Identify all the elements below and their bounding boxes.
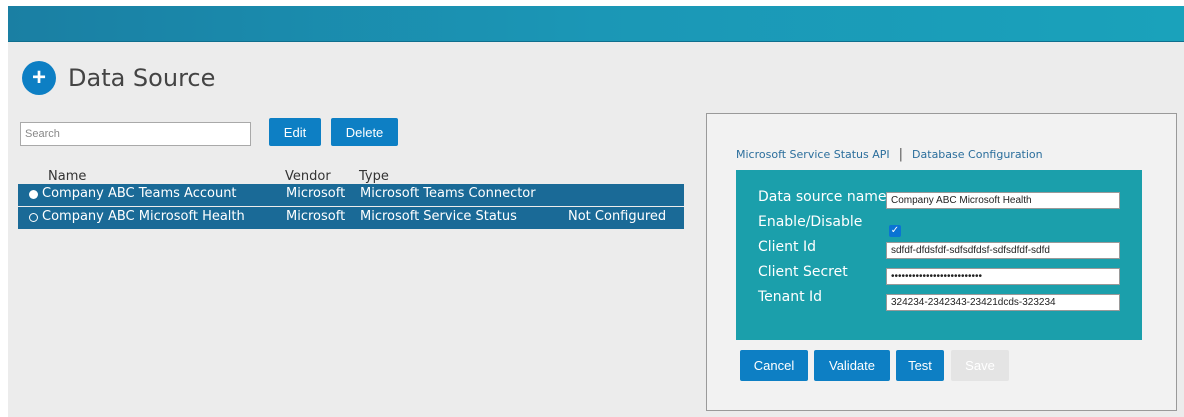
page-title: Data Source xyxy=(68,64,216,92)
column-header-type: Type xyxy=(359,169,389,184)
configuration-panel: Microsoft Service Status API | Database Co… xyxy=(706,113,1177,411)
row-vendor: Microsoft xyxy=(286,209,346,224)
validate-button[interactable]: Validate xyxy=(814,350,890,381)
edit-button[interactable]: Edit xyxy=(269,118,321,146)
client-secret-label: Client Secret xyxy=(758,264,848,280)
enable-checkbox[interactable]: ✓ xyxy=(889,225,901,237)
tab-database-configuration[interactable]: Database Configuration xyxy=(912,148,1043,161)
search-input[interactable] xyxy=(20,122,251,146)
connection-form: Data source name Enable/Disable ✓ Client… xyxy=(736,170,1142,340)
enable-disable-label: Enable/Disable xyxy=(758,214,863,230)
app-canvas: + Data Source Edit Delete Name Vendor Ty… xyxy=(8,6,1184,417)
row-type: Microsoft Service Status xyxy=(360,209,517,224)
table-row[interactable]: Company ABC Microsoft Health Microsoft M… xyxy=(18,207,684,229)
row-type: Microsoft Teams Connector xyxy=(360,186,536,201)
row-radio-selected-icon[interactable] xyxy=(29,190,38,199)
save-button[interactable]: Save xyxy=(951,350,1009,381)
tenant-id-field[interactable] xyxy=(886,294,1120,311)
tab-separator: | xyxy=(898,147,904,162)
title-row: + Data Source xyxy=(22,60,215,96)
config-tabs: Microsoft Service Status API | Database Co… xyxy=(736,147,1043,162)
cancel-button[interactable]: Cancel xyxy=(740,350,808,381)
test-button[interactable]: Test xyxy=(896,350,944,381)
column-header-name: Name xyxy=(48,169,87,184)
add-data-source-icon[interactable]: + xyxy=(22,61,56,95)
top-header-bar xyxy=(8,6,1184,42)
table-row[interactable]: Company ABC Teams Account Microsoft Micr… xyxy=(18,184,684,206)
row-status: Not Configured xyxy=(568,209,667,224)
tenant-id-label: Tenant Id xyxy=(758,289,823,305)
row-name: Company ABC Teams Account xyxy=(42,186,237,201)
table-header: Name Vendor Type xyxy=(18,169,684,184)
row-name: Company ABC Microsoft Health xyxy=(42,209,245,224)
tab-microsoft-service-status-api[interactable]: Microsoft Service Status API xyxy=(736,148,890,161)
data-source-name-label: Data source name xyxy=(758,189,887,205)
row-vendor: Microsoft xyxy=(286,186,346,201)
delete-button[interactable]: Delete xyxy=(331,118,398,146)
client-secret-field[interactable] xyxy=(886,268,1120,285)
client-id-field[interactable] xyxy=(886,242,1120,259)
data-source-name-field[interactable] xyxy=(886,192,1120,209)
client-id-label: Client Id xyxy=(758,239,816,255)
column-header-vendor: Vendor xyxy=(285,169,331,184)
row-radio-icon[interactable] xyxy=(29,213,38,222)
